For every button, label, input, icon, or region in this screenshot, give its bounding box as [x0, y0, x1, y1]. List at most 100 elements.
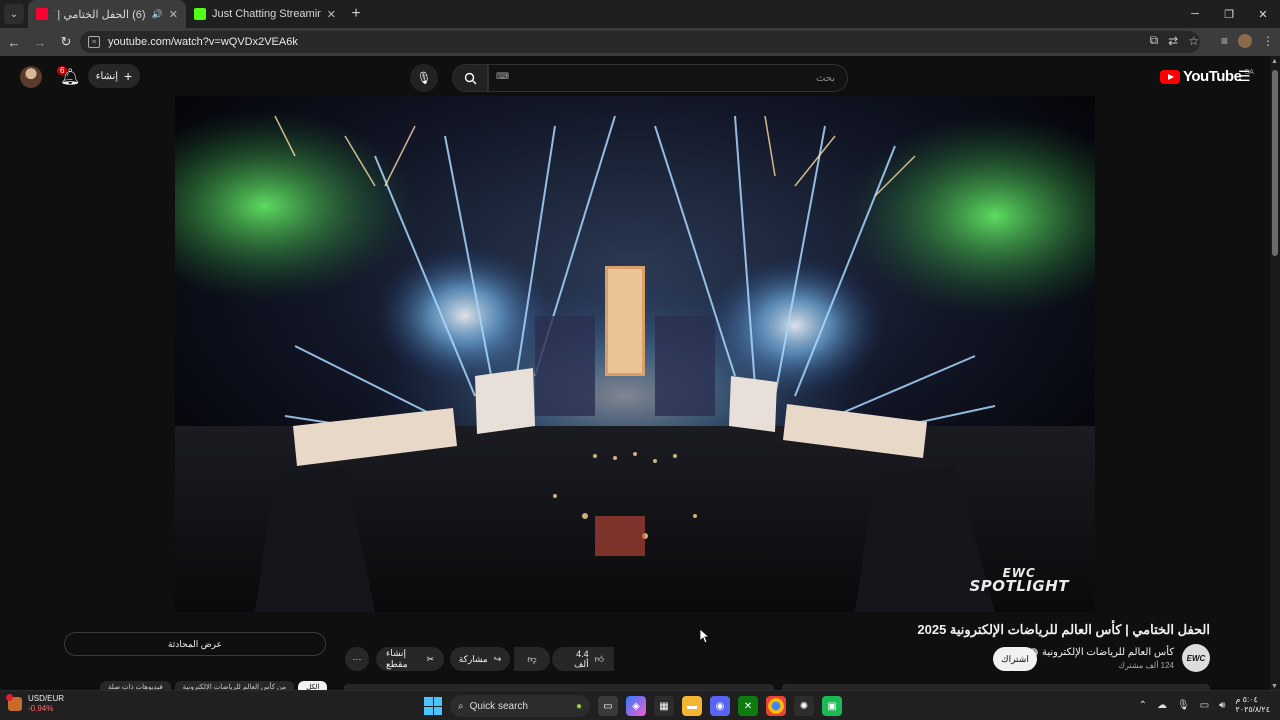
clip-button[interactable]: إنشاء مقطع ✂ — [376, 647, 444, 671]
create-button[interactable]: إنشاء + — [88, 64, 140, 88]
ticker-change: -0.94% — [28, 704, 54, 713]
tab-youtube[interactable]: (6) الحفل الختامي | كأس العال 🔊 ✕ — [28, 0, 186, 28]
youtube-play-icon — [1160, 69, 1180, 84]
search-button[interactable] — [452, 64, 488, 92]
xbox-icon[interactable]: ✕ — [738, 696, 758, 716]
channel-name: كأس العالم للرياضات الإلكترونية — [1042, 647, 1174, 658]
close-window-button[interactable]: ✕ — [1246, 0, 1280, 28]
tab-title: (6) الحفل الختامي | كأس العال — [54, 8, 146, 21]
minimize-button[interactable]: ─ — [1178, 0, 1212, 28]
share-button[interactable]: مشاركة ↪ — [450, 647, 510, 671]
page-scrollbar[interactable]: ▲ ▼ — [1270, 56, 1280, 690]
reading-list-icon[interactable]: ≡ — [1221, 34, 1228, 48]
clock[interactable]: ٥:٠٤ م ٢٠٢٥/٨/٢٤ — [1235, 695, 1270, 715]
youtube-favicon-icon — [36, 8, 48, 20]
volume-icon[interactable]: 🔊︎ — [1219, 700, 1225, 711]
share-label: مشاركة — [458, 653, 488, 664]
cast-icon[interactable]: ⧉ — [1150, 33, 1159, 48]
close-tab-icon[interactable]: ✕ — [169, 8, 178, 21]
subscribe-button[interactable]: اشتراك — [993, 647, 1037, 671]
copilot-icon[interactable]: ◈ — [626, 696, 646, 716]
tab-title: Just Chatting Streaming - Live — [212, 8, 321, 20]
create-label: إنشاء — [95, 70, 119, 82]
hamburger-menu-icon[interactable]: ☰ — [1238, 68, 1251, 85]
kick-favicon-icon — [194, 8, 206, 20]
share-icon: ↪ — [493, 653, 502, 664]
video-title: الحفل الختامي | كأس العالم للرياضات الإل… — [917, 622, 1210, 637]
watermark-line2: SPOTLIGHT — [969, 577, 1069, 595]
close-tab-icon[interactable]: ✕ — [327, 8, 336, 21]
avatar[interactable] — [20, 66, 42, 88]
scissors-icon: ✂ — [426, 653, 434, 664]
ticker-name: USD/EUR — [28, 694, 65, 703]
windows-start-icon[interactable] — [424, 697, 442, 715]
system-tray: ⌃ ☁ 🎙︎ ▭ 🔊︎ ٥:٠٤ م ٢٠٢٥/٨/٢٤ — [1139, 695, 1270, 715]
star-icon[interactable]: ☆ — [1188, 34, 1199, 48]
dislike-button[interactable]: 👎︎ — [514, 647, 550, 671]
scroll-down-icon[interactable]: ▼ — [1271, 683, 1278, 690]
video-player[interactable]: EWC SPOTLIGHT — [175, 96, 1095, 612]
taskbar-apps: ⌕ Quick search ● ▭ ◈ ▦ ▬ ◉ ✕ ✺ ▣ — [424, 695, 842, 717]
window-controls: ─ ❐ ✕ — [1178, 0, 1280, 28]
discord-icon[interactable]: ◉ — [710, 696, 730, 716]
show-hidden-icons-icon[interactable]: ⌃ — [1139, 700, 1147, 711]
site-info-icon[interactable]: ≡ — [88, 36, 100, 48]
tab-list-icon[interactable]: ⌄ — [4, 4, 24, 24]
folder-icon[interactable]: ▬ — [682, 696, 702, 716]
ewc-spotlight-watermark: EWC SPOTLIGHT — [969, 567, 1069, 594]
quick-search-label: Quick search — [469, 700, 528, 712]
scroll-thumb[interactable] — [1272, 70, 1278, 256]
keyboard-icon[interactable]: ⌨ — [496, 71, 509, 82]
plus-icon: + — [124, 68, 133, 84]
new-tab-button[interactable]: + — [344, 2, 368, 26]
search-highlight-icon: ● — [575, 700, 582, 712]
tab-kick[interactable]: Just Chatting Streaming - Live ✕ — [186, 0, 344, 28]
quick-search-box[interactable]: ⌕ Quick search ● — [450, 695, 590, 717]
chatgpt-icon[interactable]: ✺ — [794, 696, 814, 716]
video-frame — [175, 96, 1095, 612]
scroll-up-icon[interactable]: ▲ — [1271, 58, 1278, 65]
video-info-section: الحفل الختامي | كأس العالم للرياضات الإل… — [0, 612, 1268, 695]
store-icon[interactable]: ▦ — [654, 696, 674, 716]
windows-taskbar: USD/EUR -0.94% ⌕ Quick search ● ▭ ◈ ▦ ▬ … — [0, 690, 1280, 720]
channel-avatar[interactable]: EWC — [1182, 644, 1210, 672]
network-icon[interactable]: ▭ — [1200, 700, 1209, 711]
search-icon — [464, 72, 476, 84]
address-bar[interactable]: ≡ youtube.com/watch?v=wQVDx2VEA6k — [80, 31, 1200, 53]
youtube-masthead: 🔔︎ إنشاء + 🎙︎ بحث ⌨ YouTube SA ☰ — [0, 56, 1268, 96]
thumbs-down-icon: 👎︎ — [527, 653, 537, 664]
search-input[interactable]: بحث — [488, 64, 848, 92]
thumbs-up-icon: 👍︎ — [594, 653, 604, 664]
logo-text: YouTube — [1183, 68, 1242, 85]
cloud-icon[interactable]: ☁ — [1157, 700, 1167, 711]
chrome-icon[interactable] — [766, 696, 786, 716]
alert-badge — [6, 694, 13, 701]
more-actions-button[interactable]: ··· — [345, 647, 369, 671]
profile-icon[interactable] — [1238, 33, 1252, 48]
translate-icon[interactable]: ⇄ — [1168, 34, 1178, 48]
microphone-tray-icon[interactable]: 🎙︎ — [1177, 700, 1190, 711]
mouse-cursor-icon — [700, 629, 710, 644]
microphone-icon[interactable]: 🎙︎ — [410, 64, 438, 92]
stock-widget[interactable]: USD/EUR -0.94% — [6, 694, 65, 714]
task-view-icon[interactable]: ▭ — [598, 696, 618, 716]
currency-icon — [6, 694, 22, 711]
forward-icon[interactable]: → — [28, 30, 52, 54]
channel-name-row[interactable]: كأس العالم للرياضات الإلكترونية ✓ — [1029, 647, 1174, 658]
browser-tab-strip: ⌄ (6) الحفل الختامي | كأس العال 🔊 ✕ Just… — [0, 0, 1280, 28]
menu-icon[interactable]: ⋮ — [1262, 34, 1274, 48]
browser-toolbar: ← → ↻ ≡ youtube.com/watch?v=wQVDx2VEA6k … — [0, 28, 1280, 56]
maximize-button[interactable]: ❐ — [1212, 0, 1246, 28]
audio-icon[interactable]: 🔊 — [152, 9, 163, 20]
show-chat-button[interactable]: عرض المحادثة — [64, 632, 326, 656]
clock-date: ٢٠٢٥/٨/٢٤ — [1235, 705, 1270, 714]
reload-icon[interactable]: ↻ — [54, 30, 78, 54]
like-button[interactable]: 4.4 ألف 👍︎ — [552, 647, 614, 671]
clock-time: ٥:٠٤ م — [1235, 695, 1258, 704]
search-placeholder: بحث — [815, 72, 835, 84]
search-icon: ⌕ — [458, 700, 464, 712]
subscriber-count: 124 ألف مشترك — [1118, 661, 1174, 670]
app-icon[interactable]: ▣ — [822, 696, 842, 716]
clip-label: إنشاء مقطع — [386, 648, 408, 669]
back-icon[interactable]: ← — [2, 30, 26, 54]
